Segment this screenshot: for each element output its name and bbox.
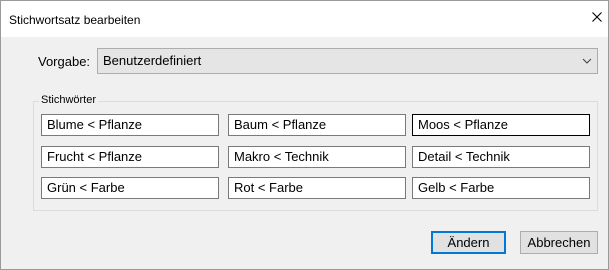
edit-keyword-set-dialog: Stichwortsatz bearbeiten Vorgabe: Benutz… — [0, 0, 609, 270]
title-bar: Stichwortsatz bearbeiten — [1, 1, 608, 37]
keyword-field-4[interactable]: Frucht < Pflanze — [41, 146, 219, 168]
keyword-field-6[interactable]: Detail < Technik — [412, 146, 590, 168]
keyword-field-1[interactable]: Blume < Pflanze — [41, 114, 219, 136]
keyword-field-3[interactable]: Moos < Pflanze — [412, 114, 590, 136]
keyword-field-2[interactable]: Baum < Pflanze — [228, 114, 406, 136]
preset-dropdown[interactable]: Benutzerdefiniert — [97, 48, 598, 74]
keyword-field-5[interactable]: Makro < Technik — [228, 146, 406, 168]
preset-label: Vorgabe: — [38, 54, 91, 69]
cancel-button[interactable]: Abbrechen — [520, 231, 598, 254]
dialog-title: Stichwortsatz bearbeiten — [9, 13, 141, 27]
close-icon — [592, 12, 602, 22]
change-button[interactable]: Ändern — [431, 231, 506, 254]
keyword-field-8[interactable]: Rot < Farbe — [228, 177, 406, 199]
keyword-field-7[interactable]: Grün < Farbe — [41, 177, 219, 199]
keywords-group-legend: Stichwörter — [39, 94, 99, 106]
close-button[interactable] — [586, 6, 608, 28]
chevron-down-icon — [582, 58, 592, 64]
keyword-field-9[interactable]: Gelb < Farbe — [412, 177, 590, 199]
preset-selected-value: Benutzerdefiniert — [103, 53, 202, 68]
